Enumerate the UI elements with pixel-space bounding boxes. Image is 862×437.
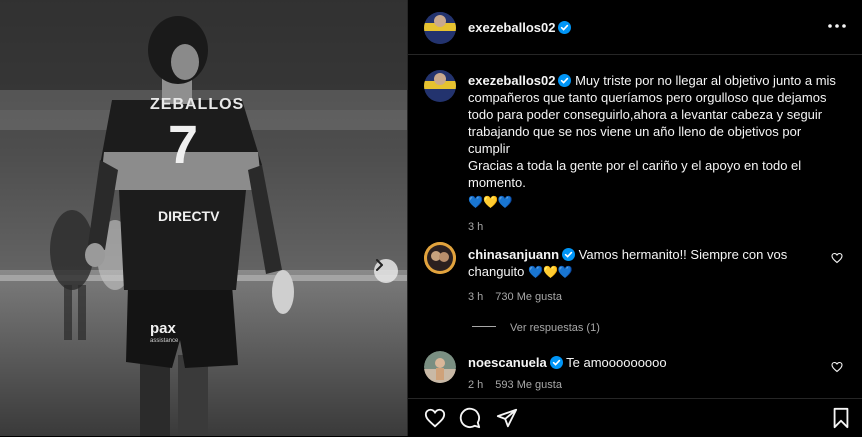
caption-avatar[interactable] <box>424 70 456 102</box>
comment-username[interactable]: chinasanjuann <box>468 247 559 262</box>
post-actions-bar <box>408 398 862 437</box>
caption-line: Gracias a toda la gente por el cariño y … <box>468 158 802 173</box>
caption-username[interactable]: exezeballos02 <box>468 73 555 88</box>
commenter-avatar[interactable] <box>424 242 456 274</box>
save-icon[interactable] <box>831 407 851 429</box>
comment-emojis: 💙💛💙 <box>528 265 573 279</box>
caption-emojis: 💙💛💙 <box>468 195 513 209</box>
comment-text: Vamos hermanito!! Siempre con vos <box>578 247 788 262</box>
post-details-panel: exezeballos02 exezeballos02 Muy triste p… <box>407 0 862 436</box>
verified-badge-icon <box>558 74 572 87</box>
caption-line: momento. <box>468 175 526 190</box>
caption-line: Muy triste por no llegar al objetivo jun… <box>575 73 836 88</box>
post-author[interactable]: exezeballos02 <box>468 19 572 37</box>
comment-likes[interactable]: 730 Me gusta <box>495 291 562 303</box>
caption-line: trabajando que se nos viene un año lleno… <box>468 124 802 139</box>
heart-icon[interactable] <box>831 252 843 264</box>
comment-time: 3 h <box>468 291 484 303</box>
view-replies-label[interactable]: Ver respuestas (1) <box>510 322 600 334</box>
avatar-image <box>424 351 456 383</box>
comment-text: changuito <box>468 264 525 279</box>
caption-line: compañeros que tanto queríamos pero orgu… <box>468 90 827 105</box>
post-modal: ZEBALLOS 7 DIRECTV pax assistance exezeb… <box>0 0 862 436</box>
share-icon[interactable] <box>496 407 518 429</box>
replies-divider <box>472 326 496 328</box>
verified-badge-icon <box>562 248 576 261</box>
comment-username[interactable]: noescanuela <box>468 355 547 370</box>
more-options-button[interactable] <box>827 18 847 39</box>
comment-likes[interactable]: 593 Me gusta <box>495 379 562 391</box>
chevron-right-icon <box>376 259 383 271</box>
avatar[interactable] <box>424 12 456 44</box>
view-replies-button[interactable]: Ver respuestas (1) <box>472 318 600 336</box>
jersey-name: ZEBALLOS <box>150 96 245 113</box>
heart-icon[interactable] <box>831 361 843 373</box>
verified-badge-icon <box>549 356 563 369</box>
author-username[interactable]: exezeballos02 <box>468 20 555 35</box>
next-photo-button[interactable] <box>374 259 398 283</box>
caption-line: todo para poder conseguirlo,ahora a leva… <box>468 107 823 122</box>
avatar-image <box>424 12 456 44</box>
comment-text: Te amooooooooo <box>566 355 667 370</box>
post-caption: exezeballos02 Muy triste por no llegar a… <box>468 72 853 236</box>
avatar-image <box>424 242 456 274</box>
caption-time: 3 h <box>468 221 484 233</box>
verified-badge-icon <box>558 21 572 34</box>
avatar-image <box>424 70 456 102</box>
shorts-logo: pax <box>150 320 176 337</box>
ellipsis-icon <box>828 24 846 28</box>
caption-line: cumplir <box>468 141 510 156</box>
commenter-avatar[interactable] <box>424 351 456 383</box>
post-photo[interactable]: ZEBALLOS 7 DIRECTV pax assistance <box>0 0 407 436</box>
comment-time: 2 h <box>468 379 484 391</box>
jersey-sponsor: DIRECTV <box>158 208 220 224</box>
comment-icon[interactable] <box>459 407 481 429</box>
comment: noescanuela Te amooooooooo 2 h 593 Me gus… <box>468 354 828 394</box>
heart-icon[interactable] <box>424 407 446 429</box>
jersey-number: 7 <box>168 115 199 175</box>
shorts-logo-sub: assistance <box>150 338 179 344</box>
comment: chinasanjuann Vamos hermanito!! Siempre … <box>468 246 828 306</box>
post-header: exezeballos02 <box>408 0 862 55</box>
